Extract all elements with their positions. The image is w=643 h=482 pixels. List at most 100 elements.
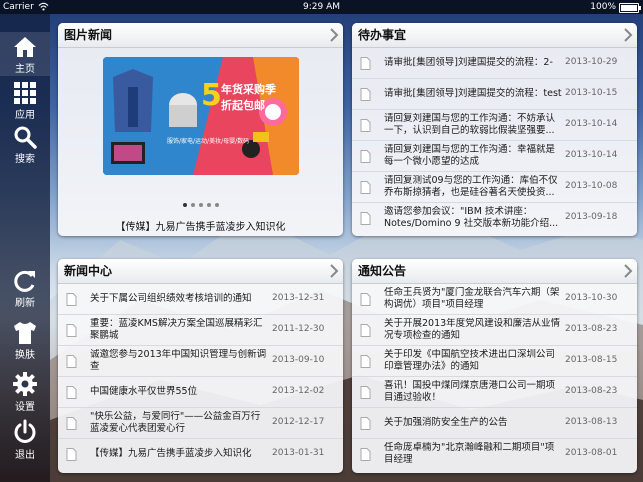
document-icon (360, 448, 371, 461)
news-text: "快乐公益，与爱同行"——公益金百万行蓝凌爱心代表团爱心行 (90, 411, 261, 434)
sidebar-label-apps: 应用 (15, 110, 35, 121)
news-text: 重要：蓝凌KMS解决方案全国巡展精彩汇聚鹏城 (90, 318, 263, 341)
photo-news-panel: 图片新闻 5 年货采购季 折起包邮 服饰/家电/运动/美妆/母婴/数码 【传媒】… (58, 23, 343, 236)
notices-list: 任命王兵贤为"厦门金龙联合汽车六期（架构调优）项目"项目经理 2013-10-3… (352, 284, 637, 469)
sidebar-item-search[interactable]: 搜索 (0, 122, 50, 166)
todo-date: 2013-10-14 (565, 119, 618, 129)
sidebar-item-refresh[interactable]: 刷新 (0, 266, 50, 310)
notice-row[interactable]: 关于加强消防安全生产的公告 2013-08-13 (352, 408, 637, 439)
notice-date: 2013-08-15 (565, 355, 618, 365)
sidebar-label-search: 搜索 (15, 154, 35, 165)
sidebar-label-refresh: 刷新 (15, 298, 35, 309)
notice-row[interactable]: 喜讯！国投中煤同煤京唐港口公司一期项目通过验收！ 2013-08-23 (352, 377, 637, 408)
banner-subtitle: 服饰/家电/运动/美妆/母婴/数码 (167, 137, 249, 145)
notice-row[interactable]: 关于开展2013年度党风建设和廉洁从业情况专项检查的通知 2013-08-23 (352, 315, 637, 346)
carousel-dots[interactable] (58, 203, 343, 207)
document-icon (66, 355, 77, 368)
notices-header[interactable]: 通知公告 (352, 259, 637, 284)
document-icon (66, 324, 77, 337)
news-row[interactable]: 诚邀您参与2013年中国知识管理与创新调查 2013-09-10 (58, 346, 343, 377)
document-icon (66, 417, 77, 430)
notice-text: 喜讯！国投中煤同煤京唐港口公司一期项目通过验收！ (384, 380, 556, 403)
sidebar-item-apps[interactable]: 应用 (0, 78, 50, 122)
todo-date: 2013-10-15 (565, 88, 618, 98)
document-icon (360, 88, 371, 101)
document-icon (360, 417, 371, 430)
news-center-list: 关于下属公司组织绩效考核培训的通知 2013-12-31 重要：蓝凌KMS解决方… (58, 284, 343, 469)
todo-text: 请回复刘建国与您的工作沟通：幸福就是每一个微小愿望的达成 (384, 144, 556, 167)
sidebar-item-settings[interactable]: 设置 (0, 368, 50, 413)
news-text: 关于下属公司组织绩效考核培训的通知 (90, 293, 252, 304)
document-icon (66, 386, 77, 399)
todo-date: 2013-10-08 (565, 181, 618, 191)
news-date: 2013-01-31 (272, 448, 325, 458)
sidebar-label-home: 主页 (15, 64, 35, 75)
todo-text: 邀请您参加会议："IBM 技术讲座：Notes/Domino 9 社交版本新功能… (384, 206, 559, 229)
todo-text: 请回复刘建国与您的工作沟通：不妨承认一下，认识到自己的软弱比假装坚强要... (384, 113, 556, 136)
document-icon (360, 324, 371, 337)
search-icon (14, 126, 37, 149)
document-icon (360, 355, 371, 368)
chevron-right-icon (330, 264, 339, 278)
chevron-right-icon (624, 28, 633, 42)
document-icon (66, 448, 77, 461)
status-bar: Carrier 9:29 AM 100% (0, 0, 643, 14)
notice-date: 2013-08-23 (565, 324, 618, 334)
sidebar: 主页 应用 搜索 刷新 换肤 设置 退出 (0, 14, 50, 482)
news-row[interactable]: 重要：蓝凌KMS解决方案全国巡展精彩汇聚鹏城 2011-12-30 (58, 315, 343, 346)
todo-text: 请审批[集团领导]刘建国提交的流程：2- (384, 57, 553, 68)
sidebar-label-skin: 换肤 (15, 350, 35, 361)
notice-date: 2013-08-13 (565, 417, 618, 427)
todo-row[interactable]: 请回复测试09与您的工作沟通：库伯不仅乔布斯掠猜者，也是硅谷著名天使投资... … (352, 172, 637, 203)
document-icon (360, 150, 371, 163)
notice-text: 关于加强消防安全生产的公告 (384, 417, 508, 428)
document-icon (360, 119, 371, 132)
news-banner-image[interactable]: 5 年货采购季 折起包邮 服饰/家电/运动/美妆/母婴/数码 (103, 57, 299, 175)
home-icon (14, 37, 36, 57)
news-date: 2013-12-02 (272, 386, 325, 396)
sidebar-item-home[interactable]: 主页 (0, 32, 50, 76)
notice-row[interactable]: 任命王兵贤为"厦门金龙联合汽车六期（架构调优）项目"项目经理 2013-10-3… (352, 284, 637, 315)
news-row[interactable]: 中国健康水平仅世界55位 2013-12-02 (58, 377, 343, 408)
todo-row[interactable]: 请审批[集团领导]刘建国提交的流程：2- 2013-10-29 (352, 48, 637, 79)
notice-date: 2013-10-30 (565, 293, 618, 303)
news-center-title: 新闻中心 (64, 264, 113, 278)
todo-row[interactable]: 请审批[集团领导]刘建国提交的流程：test 2013-10-15 (352, 79, 637, 110)
news-row[interactable]: "快乐公益，与爱同行"——公益金百万行蓝凌爱心代表团爱心行 2012-12-17 (58, 408, 343, 439)
sidebar-item-logout[interactable]: 退出 (0, 416, 50, 461)
document-icon (360, 57, 371, 70)
todo-row[interactable]: 邀请您参加会议："IBM 技术讲座：Notes/Domino 9 社交版本新功能… (352, 203, 637, 233)
todo-header[interactable]: 待办事宜 (352, 23, 637, 48)
notice-text: 任命庞卓楠为"北京瀚峰融和二期项目"项目经理 (384, 442, 555, 465)
todo-row[interactable]: 请回复刘建国与您的工作沟通：幸福就是每一个微小愿望的达成 2013-10-14 (352, 141, 637, 172)
gear-icon (13, 372, 37, 396)
document-icon (360, 386, 371, 399)
photo-caption[interactable]: 【传媒】九易广告携手蓝凌步入知识化 (58, 218, 343, 233)
photo-news-header[interactable]: 图片新闻 (58, 23, 343, 48)
notices-title: 通知公告 (358, 264, 407, 278)
notice-date: 2013-08-23 (565, 386, 618, 396)
battery-percent: 100% (590, 2, 616, 12)
todo-row[interactable]: 请回复刘建国与您的工作沟通：不妨承认一下，认识到自己的软弱比假装坚强要... 2… (352, 110, 637, 141)
notice-row[interactable]: 任命庞卓楠为"北京瀚峰融和二期项目"项目经理 2013-08-01 (352, 439, 637, 469)
chevron-right-icon (330, 28, 339, 42)
news-date: 2011-12-30 (272, 324, 325, 334)
banner-graphic: 5 年货采购季 折起包邮 服饰/家电/运动/美妆/母婴/数码 (103, 57, 299, 175)
todo-date: 2013-09-18 (565, 212, 618, 222)
news-date: 2012-12-17 (272, 417, 325, 427)
news-text: 【传媒】九易广告携手蓝凌步入知识化 (90, 448, 252, 459)
refresh-icon (14, 270, 35, 292)
news-center-header[interactable]: 新闻中心 (58, 259, 343, 284)
notice-row[interactable]: 关于印发《中国航空技术进出口深圳公司印章管理办法》的通知 2013-08-15 (352, 346, 637, 377)
news-row[interactable]: 关于下属公司组织绩效考核培训的通知 2013-12-31 (58, 284, 343, 315)
todo-date: 2013-10-14 (565, 150, 618, 160)
sidebar-item-skin[interactable]: 换肤 (0, 318, 50, 362)
banner-line2: 折起包邮 (221, 98, 265, 112)
todo-panel: 待办事宜 请审批[集团领导]刘建国提交的流程：2- 2013-10-29 请审批… (352, 23, 637, 236)
news-date: 2013-12-31 (272, 293, 325, 303)
clock: 9:29 AM (303, 2, 340, 12)
news-row[interactable]: 【传媒】九易广告携手蓝凌步入知识化 2013-01-31 (58, 439, 343, 469)
todo-text: 请回复测试09与您的工作沟通：库伯不仅乔布斯掠猜者，也是硅谷著名天使投资... (384, 175, 558, 198)
todo-list: 请审批[集团领导]刘建国提交的流程：2- 2013-10-29 请审批[集团领导… (352, 48, 637, 233)
sidebar-label-settings: 设置 (15, 402, 35, 413)
